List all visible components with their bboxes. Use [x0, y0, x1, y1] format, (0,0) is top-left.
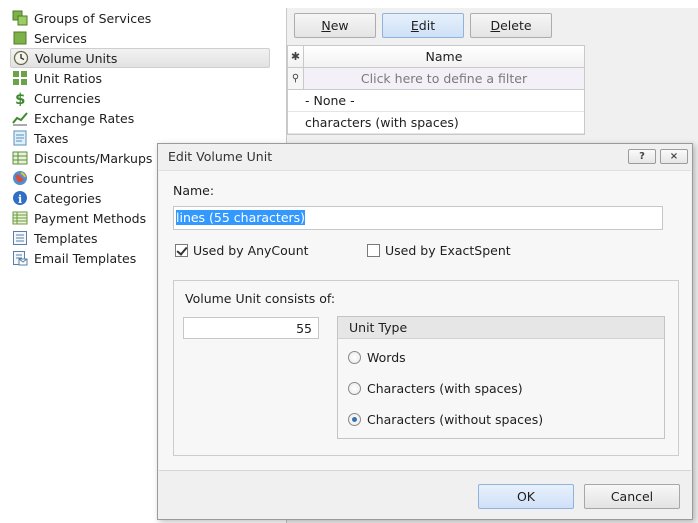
- new-button-label: New: [321, 18, 349, 33]
- sidebar-item-groups-of-services[interactable]: Groups of Services: [10, 8, 270, 28]
- ok-button-label: OK: [516, 489, 536, 504]
- consists-label: Volume Unit consists of:: [185, 291, 336, 306]
- groups-icon: [12, 10, 28, 26]
- used-by-anycount-label: Used by AnyCount: [193, 243, 309, 258]
- ok-button[interactable]: OK: [478, 484, 574, 509]
- help-button[interactable]: ?: [628, 149, 656, 164]
- new-button[interactable]: New: [294, 13, 376, 38]
- sidebar-item-services[interactable]: Services: [10, 28, 270, 48]
- table-row[interactable]: - None -: [288, 90, 584, 112]
- sidebar-item-label: Payment Methods: [34, 210, 147, 226]
- globe-icon: [12, 170, 28, 186]
- sidebar-item-label: Email Templates: [34, 250, 137, 266]
- sidebar-item-unit-ratios[interactable]: Unit Ratios: [10, 68, 270, 88]
- delete-button[interactable]: Delete: [470, 13, 552, 38]
- radio-characters-without-spaces[interactable]: Characters (without spaces): [348, 412, 543, 427]
- sidebar-item-label: Taxes: [34, 130, 69, 146]
- sidebar-item-label: Groups of Services: [34, 10, 152, 26]
- edit-volume-unit-dialog: Edit Volume Unit ? × Name: lines (55 cha…: [157, 143, 693, 520]
- sidebar-item-label: Discounts/Markups: [34, 150, 153, 166]
- radio-selected-icon: [348, 413, 361, 426]
- radio-label: Characters (without spaces): [367, 412, 544, 427]
- filter-icon: ⚲: [288, 68, 304, 89]
- volume-unit-consists-group: Volume Unit consists of: 55 Unit Type Wo…: [173, 280, 679, 456]
- radio-unselected-icon: [348, 351, 361, 364]
- radio-words[interactable]: Words: [348, 350, 406, 365]
- delete-button-label: Delete: [490, 18, 532, 33]
- sidebar-item-label: Countries: [34, 170, 94, 186]
- radio-label: Characters (with spaces): [367, 381, 523, 396]
- cancel-button[interactable]: Cancel: [584, 484, 680, 509]
- sidebar-item-volume-units[interactable]: Volume Units: [10, 48, 270, 68]
- radio-characters-with-spaces[interactable]: Characters (with spaces): [348, 381, 523, 396]
- sidebar-item-label: Unit Ratios: [34, 70, 103, 86]
- dialog-body: Name: lines (55 characters) Used by AnyC…: [159, 170, 691, 471]
- sidebar-item-label: Services: [34, 30, 87, 46]
- name-label: Name:: [173, 183, 215, 198]
- sidebar-item-label: Templates: [34, 230, 98, 246]
- info-icon: i: [12, 190, 28, 206]
- templates-icon: [12, 230, 28, 246]
- sidebar-item-exchange-rates[interactable]: Exchange Rates: [10, 108, 270, 128]
- dialog-titlebar[interactable]: Edit Volume Unit ? ×: [158, 144, 692, 169]
- svg-text:i: i: [18, 193, 22, 206]
- exchange-icon: [12, 110, 28, 126]
- checkbox-checked-icon: [175, 244, 188, 257]
- radio-label: Words: [367, 350, 406, 365]
- sidebar-item-label: Exchange Rates: [34, 110, 135, 126]
- column-header-name[interactable]: Name: [304, 46, 584, 67]
- unit-type-header: Unit Type: [338, 317, 664, 339]
- unit-type-group: Unit Type Words Characters (with spaces)…: [337, 316, 665, 439]
- close-icon: ×: [669, 151, 679, 162]
- edit-button-label: Edit: [410, 18, 436, 33]
- filter-placeholder[interactable]: Click here to define a filter: [304, 68, 584, 89]
- quantity-field[interactable]: 55: [183, 317, 319, 339]
- payment-icon: [12, 210, 28, 226]
- email-templates-icon: [12, 250, 28, 266]
- name-field[interactable]: lines (55 characters): [173, 206, 663, 230]
- radio-unselected-icon: [348, 382, 361, 395]
- ratios-icon: [12, 70, 28, 86]
- sidebar-item-label: Currencies: [34, 90, 101, 106]
- cancel-button-label: Cancel: [610, 489, 654, 504]
- used-by-exactspent-checkbox[interactable]: Used by ExactSpent: [367, 243, 511, 258]
- clock-icon: [13, 50, 29, 66]
- volume-units-grid: ✱ Name ⚲ Click here to define a filter -…: [287, 45, 585, 135]
- discounts-icon: [12, 150, 28, 166]
- services-icon: [12, 30, 28, 46]
- dialog-title: Edit Volume Unit: [168, 149, 273, 164]
- help-icon: ?: [639, 151, 645, 162]
- svg-text:$: $: [15, 90, 25, 106]
- sidebar-item-label: Categories: [34, 190, 102, 206]
- edit-button[interactable]: Edit: [382, 13, 464, 38]
- sidebar-item-currencies[interactable]: $ Currencies: [10, 88, 270, 108]
- filter-row[interactable]: ⚲ Click here to define a filter: [288, 68, 584, 90]
- asterisk-icon[interactable]: ✱: [288, 46, 304, 67]
- sidebar-item-label: Volume Units: [35, 50, 118, 66]
- checkbox-unchecked-icon: [367, 244, 380, 257]
- name-field-value: lines (55 characters): [176, 210, 306, 225]
- dollar-icon: $: [12, 90, 28, 108]
- used-by-exactspent-label: Used by ExactSpent: [385, 243, 511, 258]
- close-button[interactable]: ×: [660, 149, 688, 164]
- used-by-anycount-checkbox[interactable]: Used by AnyCount: [175, 243, 309, 258]
- grid-header-row: ✱ Name: [288, 46, 584, 68]
- taxes-icon: [12, 130, 28, 146]
- table-row[interactable]: characters (with spaces): [288, 112, 584, 134]
